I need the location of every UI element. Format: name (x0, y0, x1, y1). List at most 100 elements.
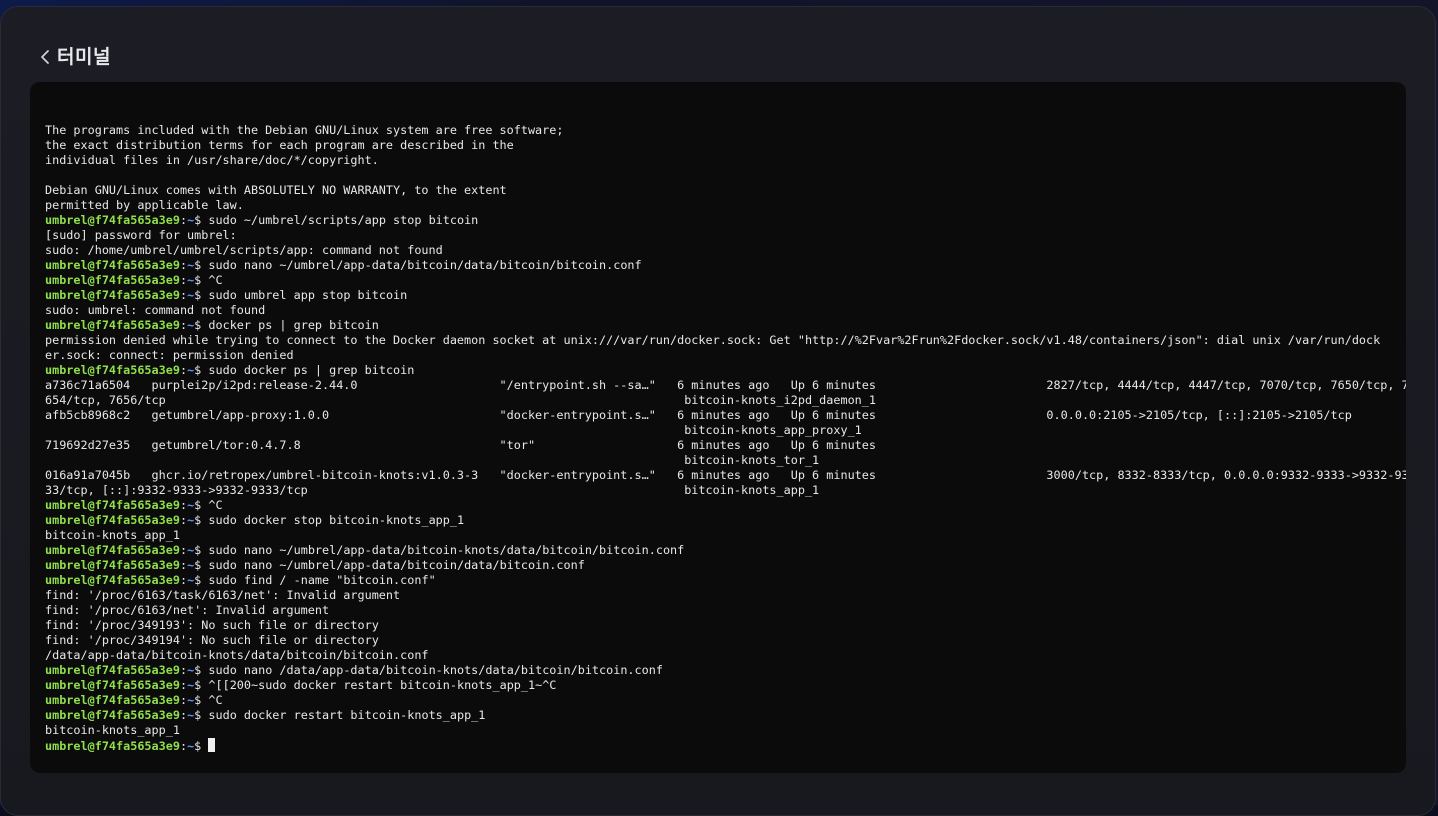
prompt-user: umbrel@f74fa565a3e9 (45, 318, 180, 332)
prompt-user: umbrel@f74fa565a3e9 (45, 573, 180, 587)
prompt-separator: : (179, 498, 188, 512)
prompt-user: umbrel@f74fa565a3e9 (45, 678, 180, 692)
terminal-command-line: umbrel@f74fa565a3e9:~$ sudo umbrel app s… (45, 288, 1392, 303)
prompt-separator: : (179, 258, 188, 272)
terminal-output-line: [sudo] password for umbrel: (45, 228, 237, 242)
terminal-command-line: umbrel@f74fa565a3e9:~$ sudo nano ~/umbre… (45, 258, 1392, 273)
prompt-user: umbrel@f74fa565a3e9 (45, 708, 180, 722)
terminal-output-line: sudo: umbrel: command not found (45, 303, 266, 317)
terminal-command-line: umbrel@f74fa565a3e9:~$ sudo docker resta… (45, 708, 1392, 723)
prompt-dollar: $ (194, 739, 209, 753)
prompt-dollar: $ (194, 318, 209, 332)
terminal-output-line: bitcoin-knots_app_1 (45, 723, 180, 737)
chevron-left-icon[interactable] (37, 47, 53, 67)
command-text: ^[[200~sudo docker restart bitcoin-knots… (208, 678, 557, 692)
command-text: sudo docker restart bitcoin-knots_app_1 (208, 708, 486, 722)
terminal-command-line: umbrel@f74fa565a3e9:~$ sudo docker stop … (45, 513, 1392, 528)
terminal-output-line: permission denied while trying to connec… (45, 333, 1381, 347)
terminal-command-line: umbrel@f74fa565a3e9:~$ ^C (45, 273, 1392, 288)
terminal-command-line: umbrel@f74fa565a3e9:~$ ^[[200~sudo docke… (45, 678, 1392, 693)
command-text: sudo docker stop bitcoin-knots_app_1 (208, 513, 465, 527)
command-text: ^C (208, 693, 223, 707)
command-text: sudo nano /data/app-data/bitcoin-knots/d… (208, 663, 663, 677)
prompt-user: umbrel@f74fa565a3e9 (45, 498, 180, 512)
terminal-cursor (208, 738, 216, 752)
prompt-separator: : (179, 213, 188, 227)
prompt-separator: : (179, 663, 188, 677)
terminal-command-line: umbrel@f74fa565a3e9:~$ docker ps | grep … (45, 318, 1392, 333)
terminal-output-line: The programs included with the Debian GN… (45, 123, 564, 137)
prompt-dollar: $ (194, 258, 209, 272)
prompt-user: umbrel@f74fa565a3e9 (45, 739, 180, 753)
prompt-dollar: $ (194, 543, 209, 557)
terminal-command-line: umbrel@f74fa565a3e9:~$ ^C (45, 693, 1392, 708)
prompt-dollar: $ (194, 678, 209, 692)
terminal-output-line: Debian GNU/Linux comes with ABSOLUTELY N… (45, 183, 507, 197)
prompt-user: umbrel@f74fa565a3e9 (45, 693, 180, 707)
prompt-separator: : (179, 573, 188, 587)
terminal-output-line: the exact distribution terms for each pr… (45, 138, 514, 152)
prompt-dollar: $ (194, 663, 209, 677)
terminal-output: The programs included with the Debian GN… (45, 108, 1406, 753)
prompt-dollar: $ (194, 708, 209, 722)
prompt-separator: : (179, 363, 188, 377)
terminal-output-line: a736c71a6504 purplei2p/i2pd:release-2.44… (45, 378, 1406, 392)
command-text: sudo find / -name "bitcoin.conf" (208, 573, 436, 587)
prompt-user: umbrel@f74fa565a3e9 (45, 213, 180, 227)
terminal-command-line: umbrel@f74fa565a3e9:~$ sudo find / -name… (45, 573, 1392, 588)
prompt-dollar: $ (194, 363, 209, 377)
back-navigation[interactable]: 터미널 (37, 43, 111, 71)
command-text: sudo nano ~/umbrel/app-data/bitcoin/data… (208, 258, 642, 272)
command-text: docker ps | grep bitcoin (208, 318, 379, 332)
terminal-output-line: afb5cb8968c2 getumbrel/app-proxy:1.0.0 "… (45, 408, 1352, 422)
terminal-output-line: 654/tcp, 7656/tcp bitcoin-knots_i2pd_dae… (45, 393, 876, 407)
prompt-dollar: $ (194, 558, 209, 572)
terminal-command-line: umbrel@f74fa565a3e9:~$ sudo ~/umbrel/scr… (45, 213, 1392, 228)
terminal-output-line: er.sock: connect: permission denied (45, 348, 294, 362)
prompt-user: umbrel@f74fa565a3e9 (45, 513, 180, 527)
terminal-output-line: bitcoin-knots_tor_1 (45, 453, 820, 467)
prompt-user: umbrel@f74fa565a3e9 (45, 663, 180, 677)
terminal-command-line: umbrel@f74fa565a3e9:~$ sudo docker ps | … (45, 363, 1392, 378)
terminal-output-line: /data/app-data/bitcoin-knots/data/bitcoi… (45, 648, 429, 662)
prompt-dollar: $ (194, 693, 209, 707)
terminal-command-line: umbrel@f74fa565a3e9:~$ sudo nano ~/umbre… (45, 543, 1392, 558)
terminal-screen[interactable]: The programs included with the Debian GN… (30, 82, 1406, 773)
page-title: 터미널 (57, 46, 111, 68)
terminal-output-line: individual files in /usr/share/doc/*/cop… (45, 153, 379, 167)
prompt-separator: : (179, 693, 188, 707)
terminal-command-line: umbrel@f74fa565a3e9:~$ ^C (45, 498, 1392, 513)
command-text: sudo ~/umbrel/scripts/app stop bitcoin (208, 213, 479, 227)
command-text: sudo nano ~/umbrel/app-data/bitcoin-knot… (208, 543, 685, 557)
prompt-separator: : (179, 543, 188, 557)
prompt-separator: : (179, 708, 188, 722)
terminal-command-line: umbrel@f74fa565a3e9:~$ sudo nano ~/umbre… (45, 558, 1392, 573)
terminal-output-line: bitcoin-knots_app_1 (45, 528, 180, 542)
terminal-output-line: 719692d27e35 getumbrel/tor:0.4.7.8 "tor"… (45, 438, 876, 452)
terminal-output-line: find: '/proc/6163/net': Invalid argument (45, 603, 330, 617)
terminal-output-line: 33/tcp, [::]:9332-9333->9332-9333/tcp bi… (45, 483, 820, 497)
prompt-user: umbrel@f74fa565a3e9 (45, 363, 180, 377)
command-text: sudo nano ~/umbrel/app-data/bitcoin/data… (208, 558, 585, 572)
terminal-output-line: find: '/proc/349194': No such file or di… (45, 633, 379, 647)
terminal-command-line: umbrel@f74fa565a3e9:~$ (45, 738, 1392, 753)
terminal-command-line: umbrel@f74fa565a3e9:~$ sudo nano /data/a… (45, 663, 1392, 678)
prompt-separator: : (179, 558, 188, 572)
prompt-user: umbrel@f74fa565a3e9 (45, 258, 180, 272)
command-text: sudo umbrel app stop bitcoin (208, 288, 408, 302)
prompt-separator: : (179, 273, 188, 287)
prompt-dollar: $ (194, 288, 209, 302)
prompt-user: umbrel@f74fa565a3e9 (45, 558, 180, 572)
prompt-separator: : (179, 318, 188, 332)
terminal-output-line: 016a91a7045b ghcr.io/retropex/umbrel-bit… (45, 468, 1406, 482)
prompt-separator: : (179, 288, 188, 302)
prompt-separator: : (179, 739, 188, 753)
terminal-output-line: sudo: /home/umbrel/umbrel/scripts/app: c… (45, 243, 443, 257)
terminal-output-line: permitted by applicable law. (45, 198, 244, 212)
prompt-user: umbrel@f74fa565a3e9 (45, 273, 180, 287)
terminal-output-line: find: '/proc/6163/task/6163/net': Invali… (45, 588, 401, 602)
prompt-dollar: $ (194, 498, 209, 512)
prompt-dollar: $ (194, 573, 209, 587)
